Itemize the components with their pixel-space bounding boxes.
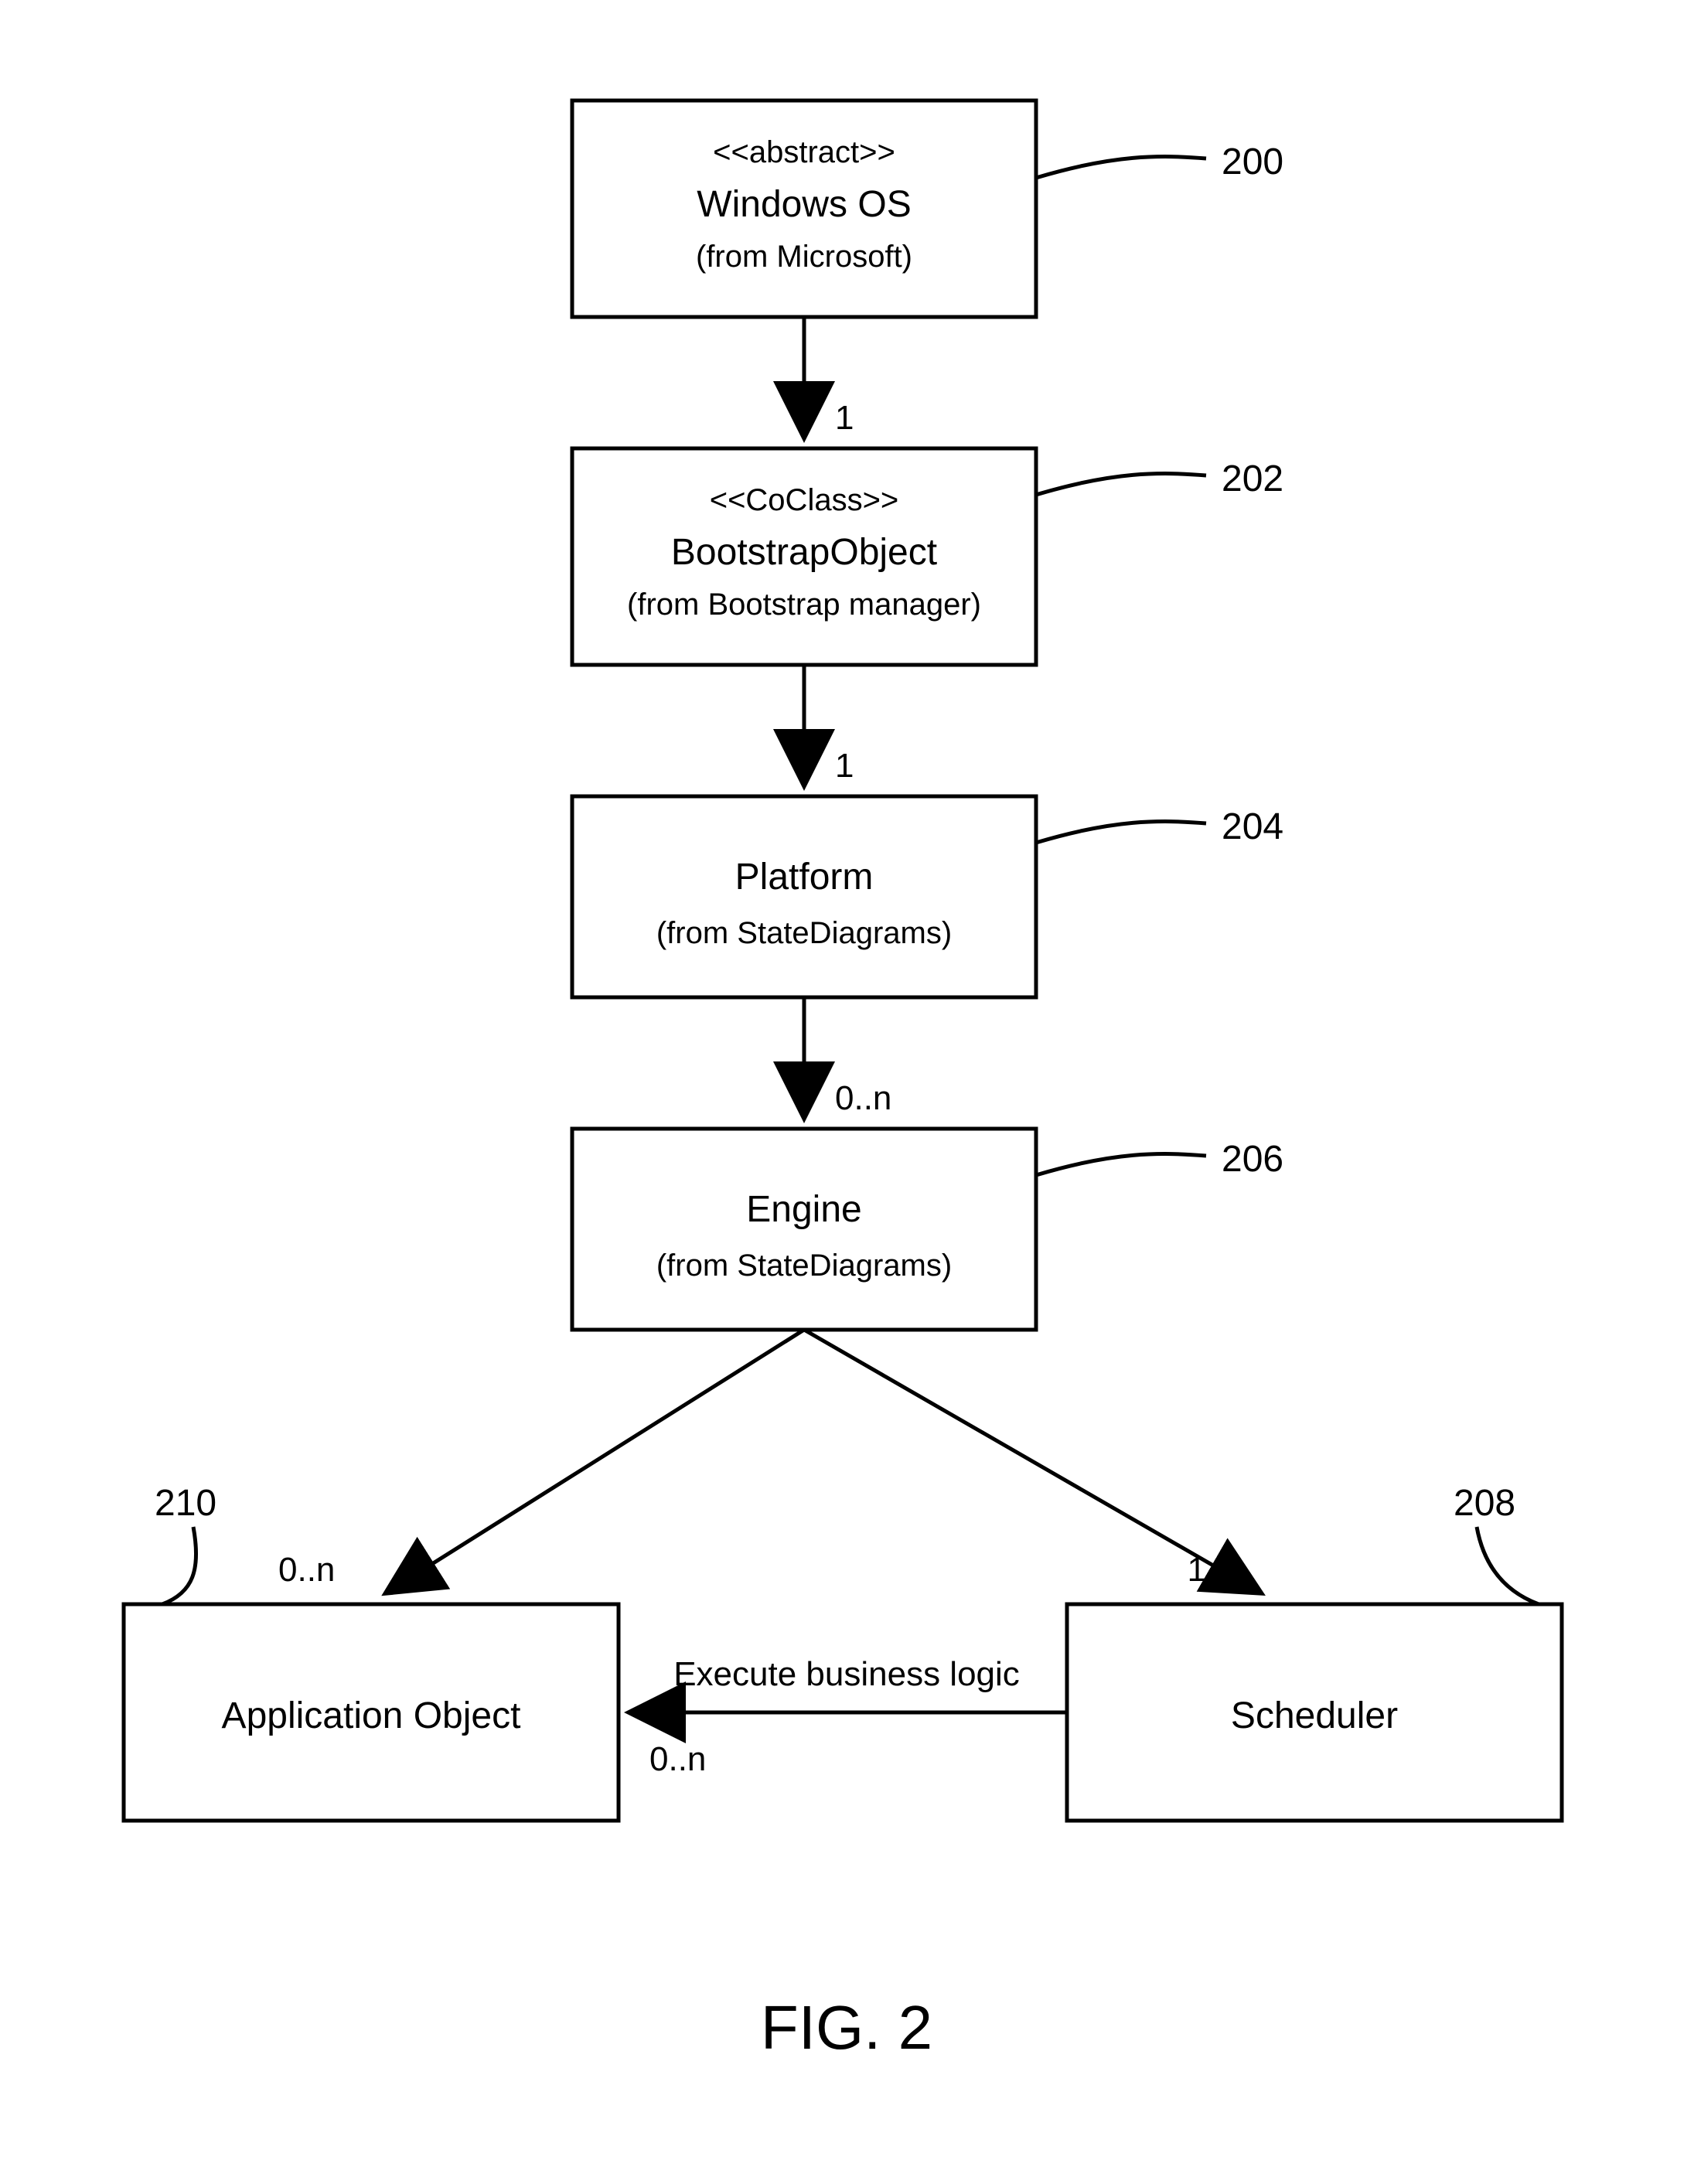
leader-206 [1036,1154,1206,1175]
num-208: 208 [1454,1483,1515,1524]
leader-202 [1036,474,1206,495]
name-label: Engine [746,1189,861,1230]
num-204: 204 [1222,806,1283,847]
box-platform: Platform (from StateDiagrams) [572,796,1036,997]
diagram-canvas: <<abstract>> Windows OS (from Microsoft)… [0,0,1694,2184]
name-label: Platform [735,857,874,898]
leader-200 [1036,157,1206,178]
figure-title: FIG. 2 [761,1993,932,2062]
mult-1-a: 1 [835,399,854,437]
stereo-label: <<CoClass>> [710,483,899,517]
edge-label-execute: Execute business logic [673,1655,1020,1693]
box-engine: Engine (from StateDiagrams) [572,1129,1036,1330]
mult-0n-b: 0..n [278,1551,335,1589]
mult-1-b: 1 [835,747,854,785]
box-application-object: Application Object [124,1604,619,1821]
stereo-label: <<abstract>> [713,135,895,169]
box-windows-os: <<abstract>> Windows OS (from Microsoft) [572,101,1036,317]
sub-label: (from StateDiagrams) [656,916,952,950]
sub-label: (from Microsoft) [696,240,912,274]
mult-0n-a: 0..n [835,1079,891,1117]
name-label: Application Object [222,1695,521,1736]
name-label: BootstrapObject [671,532,937,573]
mult-1-c: 1 [1188,1551,1206,1589]
num-202: 202 [1222,458,1283,499]
name-label: Windows OS [697,184,911,225]
sub-label: (from Bootstrap manager) [627,588,981,622]
name-label: Scheduler [1231,1695,1398,1736]
arrow-engine-to-appobj [387,1330,804,1593]
box-bootstrap-object: <<CoClass>> BootstrapObject (from Bootst… [572,448,1036,665]
leader-204 [1036,822,1206,843]
leader-210 [162,1527,196,1604]
box-scheduler: Scheduler [1067,1604,1562,1821]
sub-label: (from StateDiagrams) [656,1249,952,1283]
leader-208 [1477,1527,1539,1604]
num-210: 210 [155,1483,216,1524]
num-206: 206 [1222,1139,1283,1180]
mult-0n-c: 0..n [649,1740,706,1778]
num-200: 200 [1222,141,1283,182]
